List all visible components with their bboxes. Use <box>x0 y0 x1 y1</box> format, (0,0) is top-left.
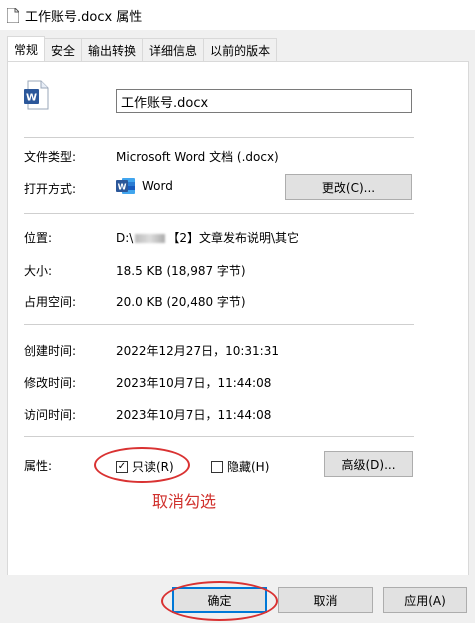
document-icon <box>6 7 20 23</box>
location-prefix: D:\ <box>116 231 134 245</box>
divider <box>24 213 414 214</box>
dialog-footer: 确定 取消 应用(A) <box>0 575 475 623</box>
accessed-label: 访问时间: <box>24 408 77 422</box>
file-type-label: 文件类型: <box>24 150 77 164</box>
modified-value: 2023年10月7日，11:44:08 <box>116 376 272 390</box>
change-button[interactable]: 更改(C)... <box>285 174 412 200</box>
window-title: 工作账号.docx 属性 <box>25 9 143 25</box>
accessed-value: 2023年10月7日，11:44:08 <box>116 408 272 422</box>
svg-text:W: W <box>118 183 127 192</box>
open-with-label: 打开方式: <box>24 182 77 196</box>
annotation-text: 取消勾选 <box>152 492 217 511</box>
advanced-button[interactable]: 高级(D)... <box>324 451 413 477</box>
hidden-label: 隐藏(H) <box>227 460 270 474</box>
word-file-icon: W <box>24 80 50 113</box>
location-value: D:\ 【2】文章发布说明\其它 <box>116 229 299 246</box>
svg-text:W: W <box>26 93 37 104</box>
tab-details[interactable]: 详细信息 <box>142 38 205 61</box>
tab-security[interactable]: 安全 <box>44 38 83 61</box>
redacted-path <box>135 234 166 243</box>
annotation-circle <box>161 581 278 621</box>
filename-input[interactable]: 工作账号.docx <box>116 89 412 113</box>
disk-size-label: 占用空间: <box>24 295 77 309</box>
size-label: 大小: <box>24 264 53 278</box>
size-value: 18.5 KB (18,987 字节) <box>116 264 246 278</box>
hidden-check-box[interactable] <box>211 460 223 473</box>
apply-button[interactable]: 应用(A) <box>383 587 467 613</box>
file-type-value: Microsoft Word 文档 (.docx) <box>116 150 279 164</box>
divider <box>24 324 414 325</box>
general-panel: W 工作账号.docx 文件类型: Microsoft Word 文档 (.do… <box>7 61 469 577</box>
hidden-checkbox[interactable]: 隐藏(H) <box>211 458 269 475</box>
modified-label: 修改时间: <box>24 376 77 390</box>
attributes-label: 属性: <box>24 459 53 473</box>
cancel-button[interactable]: 取消 <box>278 587 373 613</box>
annotation-circle <box>94 447 190 483</box>
tab-output-conversion[interactable]: 输出转换 <box>81 38 144 61</box>
disk-size-value: 20.0 KB (20,480 字节) <box>116 295 246 309</box>
divider <box>24 436 414 437</box>
title-bar: 工作账号.docx 属性 <box>0 0 475 30</box>
tab-strip: 常规 安全 输出转换 详细信息 以前的版本 <box>7 36 278 62</box>
location-suffix: 【2】文章发布说明\其它 <box>167 231 300 245</box>
open-with-value: Word <box>142 179 173 193</box>
created-label: 创建时间: <box>24 344 77 358</box>
tab-general[interactable]: 常规 <box>7 36 46 61</box>
tab-previous-versions[interactable]: 以前的版本 <box>203 38 278 61</box>
location-label: 位置: <box>24 231 53 245</box>
word-app-icon: W <box>116 177 136 198</box>
divider <box>24 137 414 138</box>
created-value: 2022年12月27日，10:31:31 <box>116 344 279 358</box>
